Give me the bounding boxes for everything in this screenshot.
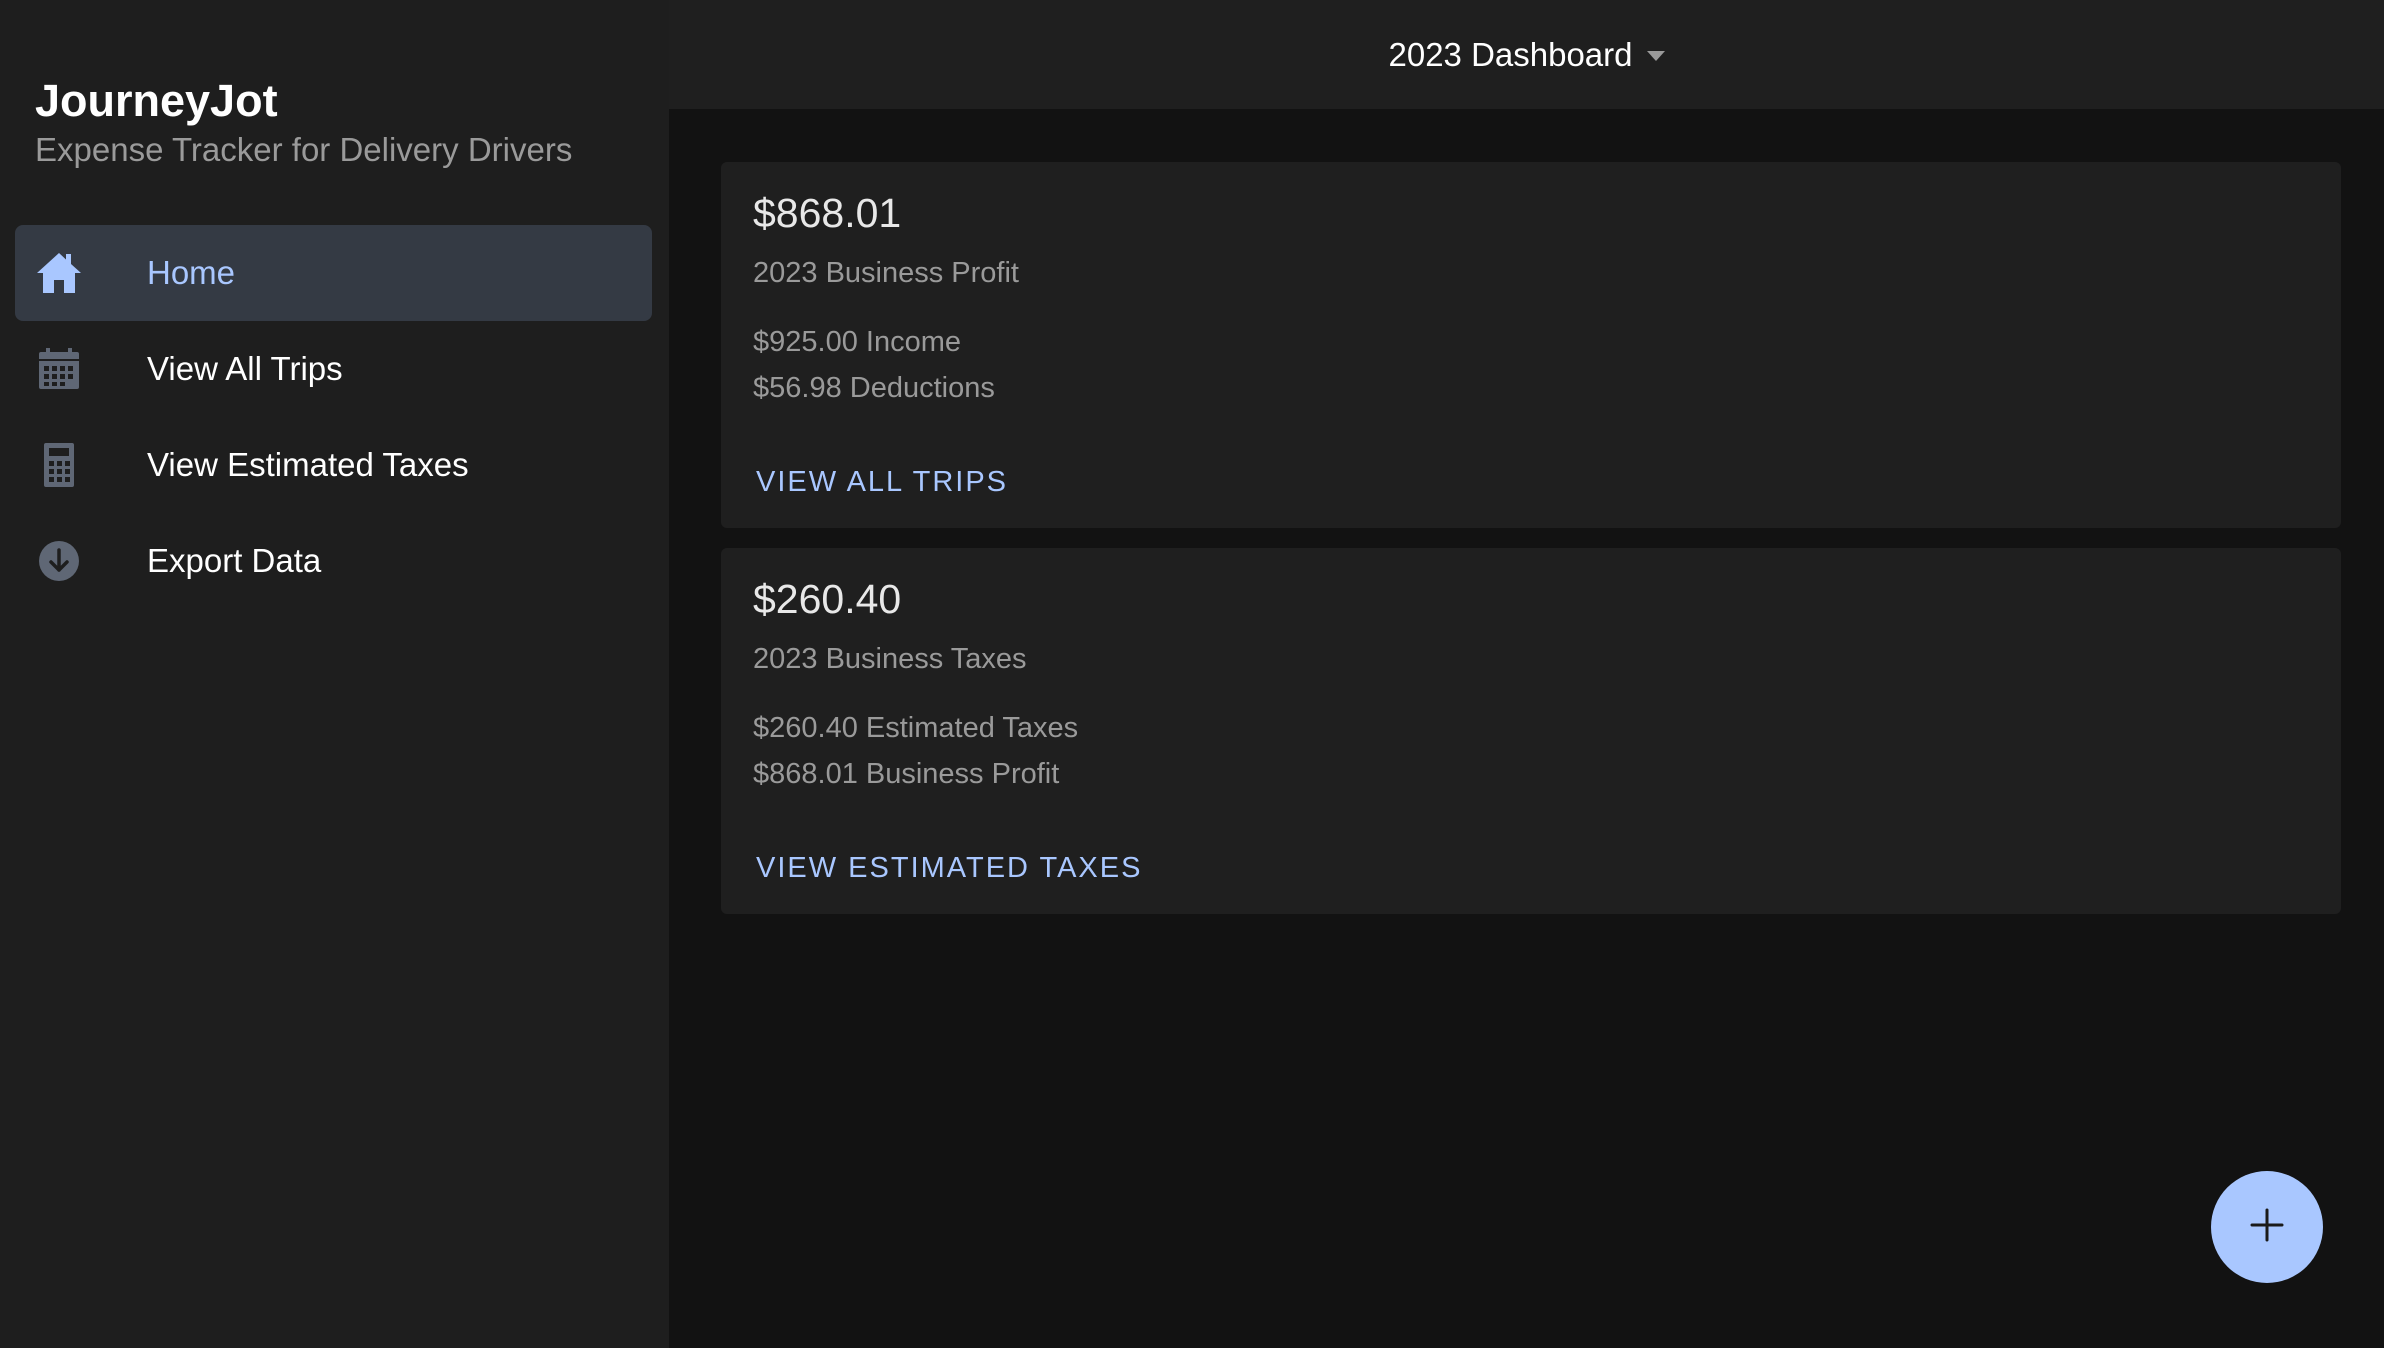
brand: JourneyJot Expense Tracker for Delivery … bbox=[35, 72, 572, 170]
dashboard-year-dropdown[interactable]: 2023 Dashboard bbox=[1388, 35, 1665, 74]
sidebar: JourneyJot Expense Tracker for Delivery … bbox=[0, 0, 669, 1348]
sidebar-item-export-data[interactable]: Export Data bbox=[15, 513, 652, 609]
card-caption: 2023 Business Taxes bbox=[753, 643, 1027, 675]
view-estimated-taxes-button[interactable]: VIEW ESTIMATED TAXES bbox=[756, 852, 1142, 885]
view-all-trips-button[interactable]: VIEW ALL TRIPS bbox=[756, 466, 1008, 499]
card-caption: 2023 Business Profit bbox=[753, 257, 1019, 289]
sidebar-item-label: Export Data bbox=[147, 542, 322, 579]
card-business-profit-line: $868.01 Business Profit bbox=[753, 758, 1060, 790]
card-amount: $868.01 bbox=[753, 190, 902, 236]
sidebar-item-label: View Estimated Taxes bbox=[147, 446, 469, 483]
sidebar-item-home[interactable]: Home bbox=[15, 225, 652, 321]
sidebar-item-view-estimated-taxes[interactable]: View Estimated Taxes bbox=[15, 417, 652, 513]
card-estimated-taxes-line: $260.40 Estimated Taxes bbox=[753, 712, 1079, 744]
calculator-icon bbox=[35, 441, 83, 489]
sidebar-item-label: View All Trips bbox=[147, 350, 343, 387]
caret-down-icon bbox=[1646, 50, 1665, 61]
business-taxes-card: $260.40 2023 Business Taxes $260.40 Esti… bbox=[721, 548, 2341, 914]
sidebar-item-label: Home bbox=[147, 254, 236, 291]
home-icon bbox=[35, 249, 83, 297]
app-subtitle: Expense Tracker for Delivery Drivers bbox=[35, 131, 573, 168]
calendar-icon bbox=[35, 345, 83, 393]
business-profit-card: $868.01 2023 Business Profit $925.00 Inc… bbox=[721, 162, 2341, 528]
app-title: JourneyJot bbox=[35, 75, 278, 126]
add-trip-button[interactable] bbox=[2211, 1171, 2323, 1283]
sidebar-nav: Home View All Trips View Estimated Taxes… bbox=[15, 225, 652, 609]
card-amount: $260.40 bbox=[753, 576, 902, 622]
plus-icon bbox=[2250, 1208, 2284, 1247]
dashboard-title: 2023 Dashboard bbox=[1388, 35, 1633, 73]
download-circle-icon bbox=[35, 537, 83, 585]
top-bar: 2023 Dashboard bbox=[669, 0, 2384, 109]
card-deductions-line: $56.98 Deductions bbox=[753, 372, 995, 404]
card-income-line: $925.00 Income bbox=[753, 326, 961, 358]
sidebar-item-view-all-trips[interactable]: View All Trips bbox=[15, 321, 652, 417]
